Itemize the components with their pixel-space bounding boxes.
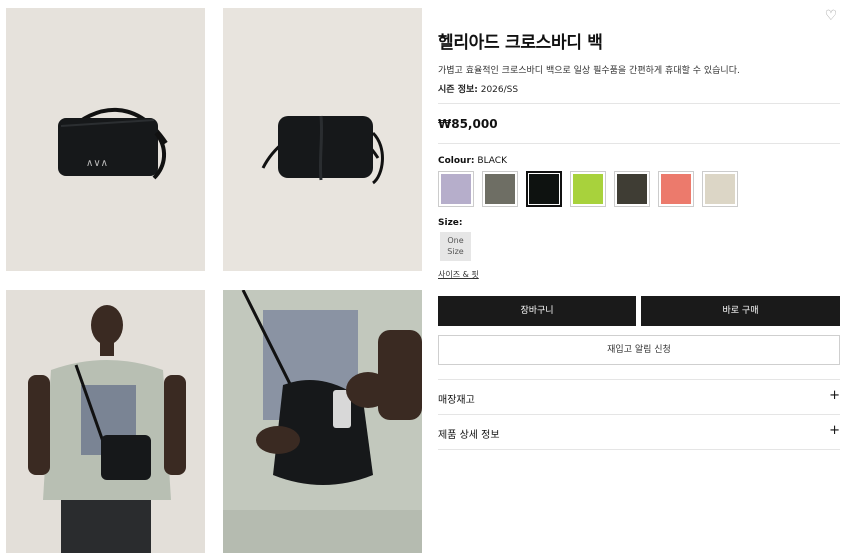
svg-text:∧∨∧: ∧∨∧: [86, 158, 108, 169]
season-label: 시즌 정보:: [438, 85, 478, 95]
size-label: Size:: [438, 218, 463, 228]
product-image-model-detail[interactable]: [223, 290, 422, 553]
accordion-label: 제품 상세 정보: [438, 430, 500, 441]
size-option-line2: Size: [447, 247, 464, 256]
product-image-model-front[interactable]: [6, 290, 205, 553]
swatch-fill: [441, 174, 471, 204]
product-info-panel: ♡ 헬리아드 크로스바디 백 가볍고 효율적인 크로스바디 백으로 일상 필수품…: [438, 0, 840, 559]
divider: [438, 414, 840, 415]
swatch-fill: [485, 174, 515, 204]
restock-alert-button[interactable]: 재입고 알림 신청: [438, 335, 840, 365]
colour-swatches: [438, 171, 738, 207]
accordion-store-stock[interactable]: 매장재고 +: [438, 387, 840, 407]
size-option-line1: One: [447, 236, 464, 245]
swatch-lime[interactable]: [570, 171, 606, 207]
swatch-fill: [617, 174, 647, 204]
bag-back-illustration: [223, 8, 422, 271]
plus-icon: +: [829, 388, 840, 403]
product-image-back[interactable]: [223, 8, 422, 271]
product-description: 가볍고 효율적인 크로스바디 백으로 일상 필수품을 간편하게 휴대할 수 있습…: [438, 66, 740, 76]
plus-icon: +: [829, 423, 840, 438]
colour-label: Colour: BLACK: [438, 156, 507, 166]
swatch-fill: [705, 174, 735, 204]
swatch-fill: [661, 174, 691, 204]
swatch-fill: [573, 174, 603, 204]
selected-colour: BLACK: [477, 156, 507, 166]
swatch-coral[interactable]: [658, 171, 694, 207]
size-option-one-size[interactable]: One Size: [440, 232, 471, 261]
model-detail-illustration: [223, 290, 422, 553]
add-to-cart-button[interactable]: 장바구니: [438, 296, 636, 326]
bag-front-illustration: ∧∨∧: [6, 8, 205, 271]
product-title: 헬리아드 크로스바디 백: [438, 33, 603, 53]
swatch-fill: [529, 174, 559, 204]
accordion-label: 매장재고: [438, 395, 475, 406]
product-page: ∧∨∧ ♡ 헬리아드 크로스바디 백 가볍고 효율적인 크로스바디 백으로 일상…: [0, 0, 850, 559]
accordion-product-details[interactable]: 제품 상세 정보 +: [438, 422, 840, 442]
swatch-black[interactable]: [526, 171, 562, 207]
season-value: 2026/SS: [480, 85, 519, 95]
colour-label-text: Colour:: [438, 156, 475, 166]
size-fit-link[interactable]: 사이즈 & 핏: [438, 269, 479, 280]
swatch-olive-grey[interactable]: [482, 171, 518, 207]
swatch-lavender[interactable]: [438, 171, 474, 207]
divider: [438, 449, 840, 450]
heart-icon[interactable]: ♡: [824, 9, 838, 23]
product-price: ₩85,000: [438, 117, 498, 131]
buy-now-button[interactable]: 바로 구매: [641, 296, 840, 326]
divider: [438, 103, 840, 104]
model-front-illustration: [6, 290, 205, 553]
swatch-beige[interactable]: [702, 171, 738, 207]
divider: [438, 143, 840, 144]
swatch-black-olive[interactable]: [614, 171, 650, 207]
product-image-front[interactable]: ∧∨∧: [6, 8, 205, 271]
divider: [438, 379, 840, 380]
season-info: 시즌 정보: 2026/SS: [438, 82, 518, 95]
